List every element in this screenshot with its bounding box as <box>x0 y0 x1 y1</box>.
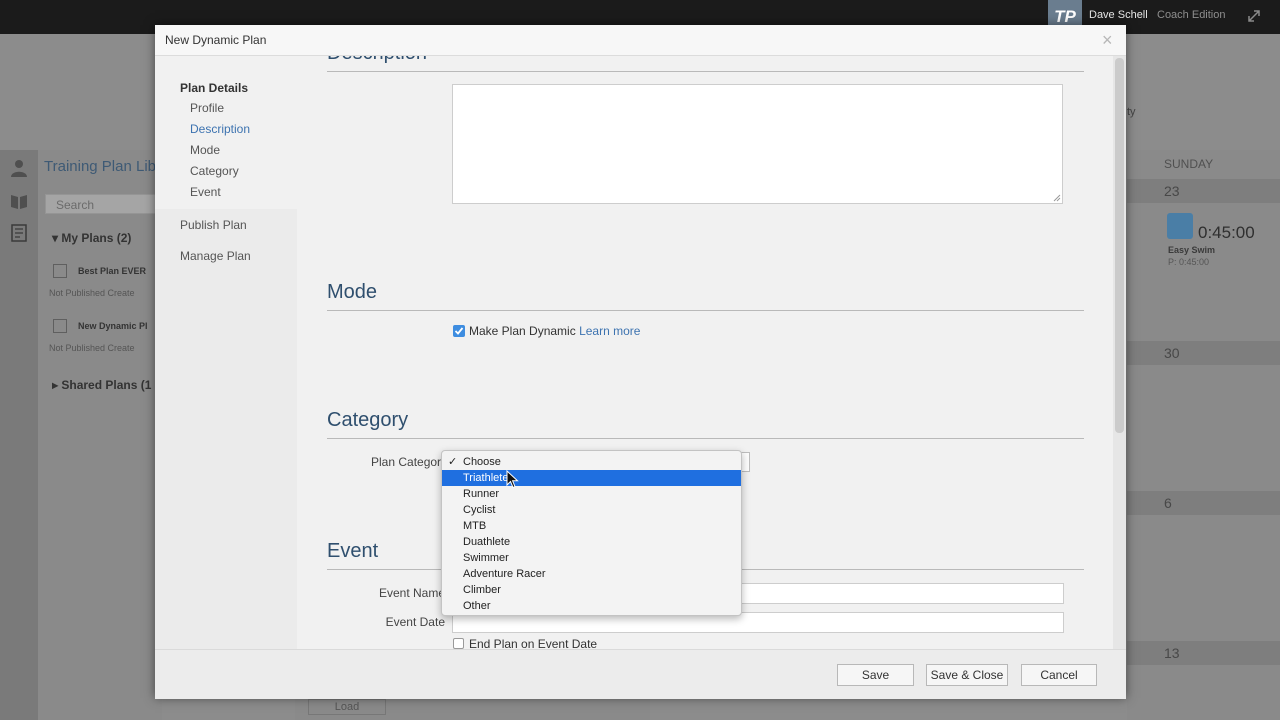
section-title-description: Description <box>327 56 427 65</box>
make-dynamic-text: Make Plan Dynamic <box>469 324 576 338</box>
background-fragment: ty <box>1127 106 1136 118</box>
dropdown-option-swimmer[interactable]: Swimmer <box>442 550 741 566</box>
library-icon[interactable] <box>9 191 29 211</box>
plan-category-dropdown: ✓ Choose Triathlete Runner Cyclist MTB Du… <box>441 450 742 616</box>
divider <box>327 71 1084 72</box>
sidebar-item-publish-plan[interactable]: Publish Plan <box>180 218 247 232</box>
dialog-sidebar: Plan Details Profile Description Mode Ca… <box>155 56 297 649</box>
workout-name[interactable]: Easy Swim <box>1168 245 1215 255</box>
dynamic-checkbox-label: Make Plan Dynamic Learn more <box>469 324 640 338</box>
sidebar-item-category[interactable]: Category <box>190 164 239 178</box>
dropdown-option-triathlete[interactable]: Triathlete <box>442 470 741 486</box>
load-button[interactable]: Load <box>308 699 386 715</box>
plan-name[interactable]: New Dynamic Pl <box>78 321 158 331</box>
dropdown-option-adventure-racer[interactable]: Adventure Racer <box>442 566 741 582</box>
dropdown-option-choose[interactable]: ✓ Choose <box>442 454 741 470</box>
athlete-icon[interactable] <box>9 158 29 178</box>
library-title: Training Plan Lib <box>44 158 157 175</box>
plan-builder-icon[interactable] <box>9 223 29 243</box>
plan-category-label: Plan Category <box>371 455 448 469</box>
dropdown-option-runner[interactable]: Runner <box>442 486 741 502</box>
plan-meta: Not Published Create <box>49 288 135 298</box>
dropdown-option-climber[interactable]: Climber <box>442 582 741 598</box>
end-plan-checkbox[interactable] <box>453 638 464 649</box>
sidebar-item-profile[interactable]: Profile <box>190 101 224 115</box>
shared-plans-group[interactable]: ▸ Shared Plans (1 <box>52 378 162 392</box>
section-title-mode: Mode <box>327 281 378 303</box>
plan-icon <box>53 264 67 278</box>
end-plan-label: End Plan on Event Date <box>469 637 598 649</box>
plan-meta: Not Published Create <box>49 343 135 353</box>
checkmark-icon: ✓ <box>448 456 458 468</box>
sidebar-item-mode[interactable]: Mode <box>190 143 220 157</box>
section-title-event: Event <box>327 540 379 562</box>
calendar-week-row <box>1127 491 1280 515</box>
plan-icon <box>53 319 67 333</box>
close-icon[interactable]: × <box>1102 31 1113 49</box>
divider <box>327 310 1084 311</box>
user-name[interactable]: Dave Schell <box>1089 9 1148 21</box>
dialog-footer: Save Save & Close Cancel <box>155 649 1126 699</box>
calendar-week-row <box>1127 179 1280 203</box>
caret-right-icon: ▸ <box>52 378 62 392</box>
workout-planned: P: 0:45:00 <box>1168 257 1210 267</box>
shared-plans-label: Shared Plans (1 <box>61 378 152 392</box>
calendar-date[interactable]: 13 <box>1164 645 1180 661</box>
save-close-button[interactable]: Save & Close <box>926 664 1008 686</box>
dynamic-checkbox[interactable] <box>453 325 465 337</box>
calendar-week-row <box>1127 341 1280 365</box>
calendar-week-row <box>1127 641 1280 665</box>
sidebar-item-description[interactable]: Description <box>190 122 250 136</box>
sidebar-item-manage-plan[interactable]: Manage Plan <box>180 249 251 263</box>
mouse-cursor-icon <box>506 470 519 489</box>
description-textarea[interactable] <box>452 84 1063 204</box>
caret-down-icon: ▾ <box>52 231 62 245</box>
expand-icon[interactable] <box>1247 9 1261 23</box>
my-plans-group[interactable]: ▾ My Plans (2) <box>52 231 131 245</box>
learn-more-link[interactable]: Learn more <box>579 324 640 338</box>
section-title-category: Category <box>327 409 409 431</box>
resize-grip-icon[interactable] <box>1053 194 1061 202</box>
dropdown-option-cyclist[interactable]: Cyclist <box>442 502 741 518</box>
swim-icon <box>1167 213 1193 239</box>
my-plans-label: My Plans (2) <box>61 231 132 245</box>
save-button[interactable]: Save <box>837 664 914 686</box>
calendar-date[interactable]: 23 <box>1164 183 1180 199</box>
sidebar-item-plan-details[interactable]: Plan Details <box>180 81 248 95</box>
library-search-input[interactable]: Search <box>45 194 161 214</box>
dialog-title: New Dynamic Plan <box>165 33 267 47</box>
dropdown-option-duathlete[interactable]: Duathlete <box>442 534 741 550</box>
cancel-button[interactable]: Cancel <box>1021 664 1097 686</box>
event-date-label: Event Date <box>385 615 445 629</box>
dropdown-option-other[interactable]: Other <box>442 598 741 614</box>
edition-label: Coach Edition <box>1157 9 1226 21</box>
event-name-label: Event Name <box>378 586 445 600</box>
calendar-date[interactable]: 30 <box>1164 345 1180 361</box>
divider <box>327 438 1084 439</box>
calendar-date[interactable]: 6 <box>1164 495 1172 511</box>
calendar-day-header: SUNDAY <box>1164 157 1214 171</box>
dropdown-option-mtb[interactable]: MTB <box>442 518 741 534</box>
dialog-header: New Dynamic Plan × <box>155 25 1126 56</box>
workout-duration[interactable]: 0:45:00 <box>1198 223 1255 243</box>
scrollbar-thumb[interactable] <box>1115 58 1124 433</box>
plan-name[interactable]: Best Plan EVER <box>78 266 158 276</box>
sidebar-item-event[interactable]: Event <box>190 185 221 199</box>
